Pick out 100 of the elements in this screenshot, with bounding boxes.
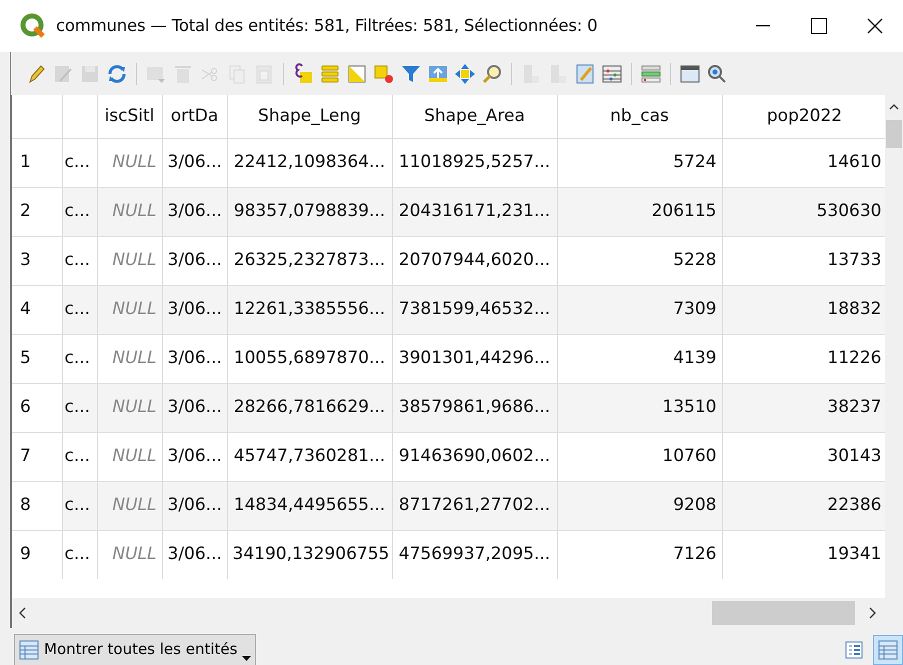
table-cell: 3/06... [168, 250, 222, 270]
table-cell: 47569937,2095... [398, 544, 550, 564]
form-view-icon [844, 640, 864, 660]
table-cell: 14834,4495655... [234, 494, 386, 515]
invert-selection-icon[interactable] [346, 62, 368, 84]
table-cell: c... [64, 250, 90, 270]
table-cell: 10055,6897870... [234, 348, 386, 368]
table-cell: 10760 [662, 446, 716, 466]
scroll-up-icon[interactable] [889, 103, 899, 110]
abacus-icon[interactable] [601, 62, 623, 84]
table-icon [19, 640, 39, 660]
filter-dropdown-button[interactable]: Montrer toutes les entités [14, 634, 256, 665]
table-cell: 3901301,44296... [398, 348, 550, 368]
table-cell: c... [64, 298, 90, 319]
column-header[interactable]: pop2022 [766, 106, 842, 126]
table-cell: 9208 [673, 494, 716, 515]
stacked-bars-icon[interactable] [319, 62, 341, 84]
table-cell: 204316171,231... [398, 200, 550, 221]
table-cell: NULL [112, 446, 156, 466]
scroll-left-icon[interactable] [18, 607, 26, 619]
table-cell: 18832 [827, 298, 882, 319]
column-header[interactable]: ortDa [170, 106, 218, 126]
scrollbar-thumb[interactable] [712, 601, 855, 625]
table-cell: NULL [112, 152, 156, 172]
table-cell: 3/06... [168, 396, 222, 417]
table-cell: c... [64, 200, 90, 221]
table-cell: 14610 [827, 152, 882, 172]
table-cell: 7126 [673, 544, 716, 564]
row-number[interactable]: 2 [20, 200, 31, 221]
table-cell: 19341 [827, 544, 882, 564]
table-cell: c... [64, 396, 90, 417]
table-cell: 28266,7816629... [234, 396, 386, 417]
table-cell: 4139 [673, 348, 716, 368]
table-cell: NULL [112, 348, 156, 368]
deselect-icon[interactable] [373, 62, 395, 84]
table-cell: 30143 [827, 446, 882, 466]
row-number[interactable]: 1 [20, 152, 31, 172]
maximize-icon[interactable] [811, 18, 827, 34]
action-list-icon[interactable] [640, 62, 662, 84]
row-number[interactable]: 3 [20, 250, 31, 270]
table-cell: NULL [112, 298, 156, 319]
table-cell: NULL [112, 494, 156, 515]
row-number[interactable]: 4 [20, 298, 31, 319]
table-cell: 98357,0798839... [234, 200, 386, 221]
table-cell: 22386 [827, 494, 882, 515]
row-number[interactable]: 7 [20, 446, 31, 466]
table-cell: 12261,3385556... [234, 298, 386, 319]
table-cell: 3/06... [168, 446, 222, 466]
table-cell: NULL [112, 396, 156, 417]
table-cell: 91463690,0602... [398, 446, 550, 466]
field-calculator-icon[interactable] [574, 62, 596, 84]
scrollbar-thumb[interactable] [886, 120, 902, 148]
caret-icon [242, 656, 252, 662]
table-cell: NULL [112, 544, 156, 564]
table-view-icon [878, 640, 898, 660]
row-number[interactable]: 5 [20, 348, 31, 368]
table-cell: 3/06... [168, 152, 222, 172]
table-cell: 22412,1098364... [234, 152, 386, 172]
move-arrows-icon[interactable] [454, 62, 476, 84]
table-cell: 13733 [827, 250, 882, 270]
table-cell: 3/06... [168, 200, 222, 221]
table-cell: 206115 [652, 200, 716, 221]
minimize-icon[interactable] [756, 25, 770, 27]
refresh-icon[interactable] [106, 62, 128, 84]
table-cell: 5228 [673, 250, 716, 270]
table-cell: 3/06... [168, 494, 222, 515]
table-cell: c... [64, 348, 90, 368]
table-cell: 38237 [827, 396, 882, 417]
column-header[interactable]: Shape_Area [424, 106, 525, 126]
table-cell: 20707944,6020... [398, 250, 550, 270]
window-title: communes — Total des entités: 581, Filtrées: 581, Sélectionnées: 0 [56, 14, 598, 37]
column-header[interactable]: Shape_Leng [258, 106, 361, 126]
table-cell: 3/06... [168, 544, 222, 564]
table-cell: NULL [112, 200, 156, 221]
table-cell: c... [64, 544, 90, 564]
table-cell: 3/06... [168, 348, 222, 368]
row-number[interactable]: 8 [20, 494, 31, 515]
window-icon[interactable] [679, 62, 701, 84]
table-cell: c... [64, 446, 90, 466]
table-cell: 11226 [827, 348, 882, 368]
table-cell: 7381599,46532... [398, 298, 550, 319]
scroll-right-icon[interactable] [869, 607, 877, 619]
table-cell: 38579861,9686... [398, 396, 550, 417]
column-header[interactable]: iscSitl [104, 106, 154, 126]
table-cell: c... [64, 152, 90, 172]
table-cell: 530630 [816, 200, 882, 221]
search-icon[interactable] [706, 62, 728, 84]
table-cell: 45747,7360281... [234, 446, 386, 466]
table-view-button[interactable] [873, 634, 903, 664]
table-cell: 7309 [673, 298, 716, 319]
table-cell: 34190,132906755 [232, 544, 390, 564]
close-icon[interactable] [867, 18, 883, 34]
column-header[interactable]: nb_cas [610, 106, 669, 126]
row-number[interactable]: 6 [20, 396, 31, 417]
table-cell: 5724 [673, 152, 716, 172]
table-cell: 26325,2327873... [234, 250, 386, 270]
table-cell: NULL [112, 250, 156, 270]
magnifier-icon[interactable] [481, 62, 503, 84]
row-number[interactable]: 9 [20, 544, 31, 564]
table-cell: c... [64, 494, 90, 515]
